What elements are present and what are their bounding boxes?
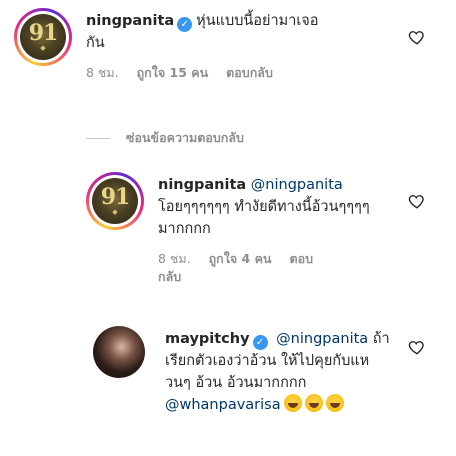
avatar-number-reply: 91 [100, 184, 131, 210]
heart-outline-icon[interactable] [408, 192, 426, 210]
grinning-sweat-emoji-icon [304, 394, 323, 412]
reply2-mention[interactable]: @ningpanita [276, 331, 368, 347]
avatar-number: 91 [28, 20, 59, 46]
comment-meta: 8 ชม. ถูกใจ 15 คน ตอบกลับ [86, 64, 336, 82]
verified-badge-icon: ✓ [177, 17, 193, 32]
reply-ningpanita: 91 ◆ ningpanita @ningpanita โอยๆๆๆๆๆๆ ทำง… [86, 172, 378, 286]
reply-time[interactable]: 8 ชม. [158, 251, 191, 266]
verified-badge-icon: ✓ [252, 335, 268, 350]
reply-button[interactable]: ตอบกลับ [226, 65, 273, 80]
hide-replies-label: ซ่อนข้อความตอบกลับ [126, 130, 244, 145]
reply-mention[interactable]: @ningpanita [251, 177, 343, 193]
avatar-ningpanita[interactable]: 91 ◆ [14, 8, 72, 66]
reply-username[interactable]: ningpanita [158, 177, 246, 193]
heart-outline-icon[interactable] [408, 28, 426, 46]
hide-replies-button[interactable]: ซ่อนข้อความตอบกลับ [86, 128, 244, 148]
avatar-maypitchy[interactable] [93, 326, 145, 378]
grinning-sweat-emoji-icon [325, 394, 344, 412]
comment-time[interactable]: 8 ชม. [86, 65, 119, 80]
reply-text: โอยๆๆๆๆๆๆ ทำงัยดีทางนี้อ้วนๆๆๆๆ มากกกก [158, 199, 370, 237]
heart-outline-icon[interactable] [408, 338, 426, 356]
hide-replies-line [86, 137, 110, 139]
avatar-ningpanita-reply[interactable]: 91 ◆ [86, 172, 144, 230]
reply-maypitchy: maypitchy ✓ @ningpanita ถ้าเรียกตัวเองว่า… [93, 326, 390, 416]
comment-likes[interactable]: ถูกใจ 15 คน [137, 65, 209, 80]
reply-meta: 8 ชม. ถูกใจ 4 คน ตอบกลับ [158, 250, 328, 286]
reply-likes[interactable]: ถูกใจ 4 คน [209, 251, 272, 266]
comment-username[interactable]: ningpanita [86, 13, 174, 29]
comment-main: 91 ◆ ningpanita ✓ หุ่นแบบนี้อย่ามาเจอกัน 8 … [14, 8, 336, 82]
reply2-username[interactable]: maypitchy [165, 331, 250, 347]
reply2-mention-2[interactable]: @whanpavarisa [165, 397, 281, 413]
grinning-sweat-emoji-icon [283, 394, 302, 412]
